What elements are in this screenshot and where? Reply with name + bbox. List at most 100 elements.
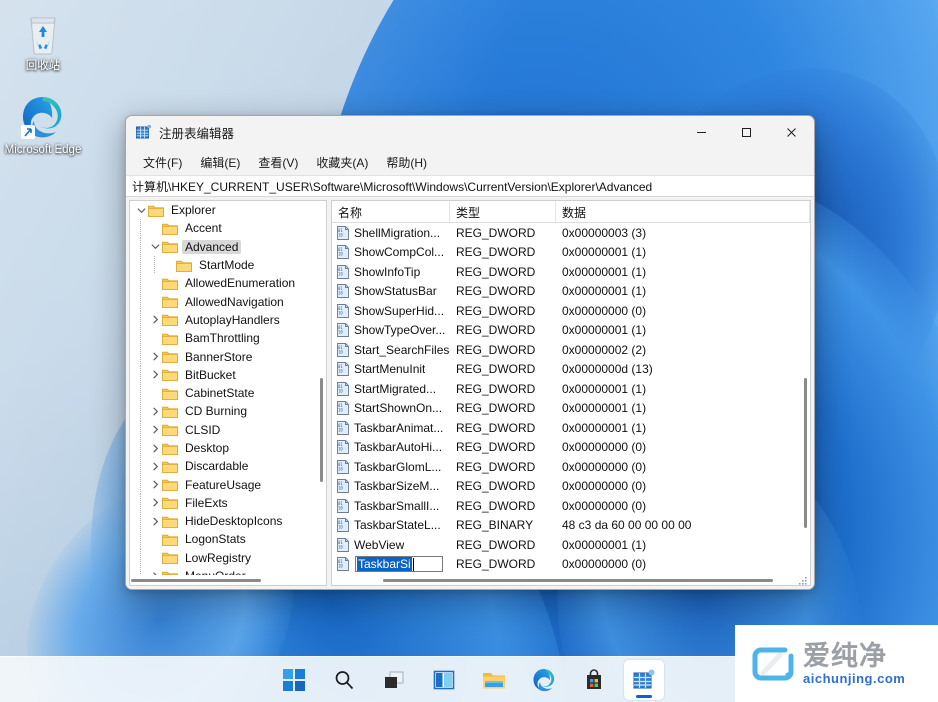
chevron-down-icon[interactable]: [148, 242, 162, 251]
value-row[interactable]: 0110TaskbarSizeM...REG_DWORD0x00000000 (…: [332, 477, 801, 497]
chevron-right-icon[interactable]: [148, 352, 162, 361]
tree-node[interactable]: Accent: [130, 219, 317, 237]
value-name-cell[interactable]: 0110TaskbarSizeM...: [332, 479, 450, 493]
rename-input[interactable]: TaskbarSi: [355, 556, 443, 572]
tree-node[interactable]: AllowedEnumeration: [130, 274, 317, 292]
tree-node[interactable]: StartMode: [130, 256, 317, 274]
value-row[interactable]: 0110TaskbarAnimat...REG_DWORD0x00000001 …: [332, 418, 801, 438]
maximize-button[interactable]: [724, 116, 769, 149]
value-name-cell[interactable]: 0110ShellMigration...: [332, 226, 450, 240]
menu-file[interactable]: 文件(F): [134, 151, 191, 174]
value-name-cell[interactable]: 0110StartShownOn...: [332, 401, 450, 415]
value-row[interactable]: 0110TaskbarSiREG_DWORD0x00000000 (0): [332, 555, 801, 575]
value-name-cell[interactable]: 0110TaskbarStateL...: [332, 518, 450, 532]
value-row[interactable]: 0110ShowStatusBarREG_DWORD0x00000001 (1): [332, 282, 801, 302]
registry-tree-pane[interactable]: ExplorerAccentAdvancedStartModeAllowedEn…: [129, 200, 327, 586]
tree-node[interactable]: BannerStore: [130, 347, 317, 365]
value-row[interactable]: 0110ShowInfoTipREG_DWORD0x00000001 (1): [332, 262, 801, 282]
tree-node[interactable]: FileExts: [130, 494, 317, 512]
tree-node[interactable]: Explorer: [130, 201, 317, 219]
value-row[interactable]: 0110StartShownOn...REG_DWORD0x00000001 (…: [332, 399, 801, 419]
value-name-cell[interactable]: 0110Start_SearchFiles: [332, 343, 450, 357]
value-row[interactable]: 0110Start_SearchFilesREG_DWORD0x00000002…: [332, 340, 801, 360]
column-header-type[interactable]: 类型: [450, 201, 556, 223]
values-horizontal-scrollbar[interactable]: [333, 576, 800, 584]
tree-node[interactable]: CD Burning: [130, 402, 317, 420]
value-name-cell[interactable]: 0110ShowSuperHid...: [332, 304, 450, 318]
chevron-right-icon[interactable]: [148, 370, 162, 379]
chevron-right-icon[interactable]: [148, 480, 162, 489]
value-name-cell[interactable]: 0110ShowCompCol...: [332, 245, 450, 259]
value-name-cell[interactable]: 0110ShowInfoTip: [332, 265, 450, 279]
tree-node[interactable]: Advanced: [130, 238, 317, 256]
value-row[interactable]: 0110StartMigrated...REG_DWORD0x00000001 …: [332, 379, 801, 399]
tree-node[interactable]: LowRegistry: [130, 549, 317, 567]
taskbar-item-search[interactable]: [324, 660, 364, 700]
close-button[interactable]: [769, 116, 814, 149]
value-row[interactable]: 0110ShowTypeOver...REG_DWORD0x00000001 (…: [332, 321, 801, 341]
column-header-data[interactable]: 数据: [556, 201, 810, 223]
tree-node[interactable]: LogonStats: [130, 530, 317, 548]
tree-node[interactable]: BitBucket: [130, 366, 317, 384]
tree-node[interactable]: CabinetState: [130, 384, 317, 402]
tree-node[interactable]: CLSID: [130, 421, 317, 439]
tree-node[interactable]: MenuOrder: [130, 567, 317, 575]
minimize-button[interactable]: [679, 116, 724, 149]
value-name-cell[interactable]: 0110TaskbarSmallI...: [332, 499, 450, 513]
registry-tree[interactable]: ExplorerAccentAdvancedStartModeAllowedEn…: [130, 201, 317, 575]
chevron-right-icon[interactable]: [148, 444, 162, 453]
menu-edit[interactable]: 编辑(E): [191, 151, 249, 174]
taskbar-item-microsoft-edge[interactable]: [524, 660, 564, 700]
tree-horizontal-scrollbar[interactable]: [131, 576, 316, 584]
value-row[interactable]: 0110ShowCompCol...REG_DWORD0x00000001 (1…: [332, 243, 801, 263]
value-row[interactable]: 0110ShellMigration...REG_DWORD0x00000003…: [332, 223, 801, 243]
menu-view[interactable]: 查看(V): [249, 151, 307, 174]
column-header-name[interactable]: 名称: [332, 201, 450, 223]
value-row[interactable]: 0110TaskbarSmallI...REG_DWORD0x00000000 …: [332, 496, 801, 516]
value-row[interactable]: 0110ShowSuperHid...REG_DWORD0x00000000 (…: [332, 301, 801, 321]
registry-editor-window[interactable]: 注册表编辑器 文件(F) 编辑(E) 查看(V) 收藏夹(A) 帮助(H) 计算…: [125, 115, 815, 590]
desktop-icon-recycle-bin[interactable]: 回收站: [4, 10, 82, 73]
taskbar-item-task-view[interactable]: [374, 660, 414, 700]
menu-favorites[interactable]: 收藏夹(A): [307, 151, 377, 174]
chevron-right-icon[interactable]: [148, 407, 162, 416]
chevron-down-icon[interactable]: [134, 206, 148, 215]
value-name-cell[interactable]: 0110TaskbarAutoHi...: [332, 440, 450, 454]
chevron-right-icon[interactable]: [148, 315, 162, 324]
taskbar-item-microsoft-store[interactable]: [574, 660, 614, 700]
value-name-cell[interactable]: 0110TaskbarGlomL...: [332, 460, 450, 474]
tree-node[interactable]: HideDesktopIcons: [130, 512, 317, 530]
chevron-right-icon[interactable]: [148, 517, 162, 526]
window-resize-grip[interactable]: [798, 573, 808, 583]
chevron-right-icon[interactable]: [148, 498, 162, 507]
taskbar-item-start[interactable]: [274, 660, 314, 700]
tree-node[interactable]: AllowedNavigation: [130, 292, 317, 310]
value-name-cell[interactable]: 0110TaskbarAnimat...: [332, 421, 450, 435]
taskbar-item-file-explorer[interactable]: [474, 660, 514, 700]
value-row[interactable]: 0110TaskbarStateL...REG_BINARY48 c3 da 6…: [332, 516, 801, 536]
value-name-cell[interactable]: 0110StartMigrated...: [332, 382, 450, 396]
value-row[interactable]: 0110TaskbarAutoHi...REG_DWORD0x00000000 …: [332, 438, 801, 458]
address-bar[interactable]: 计算机\HKEY_CURRENT_USER\Software\Microsoft…: [126, 175, 814, 197]
value-name-cell[interactable]: 0110TaskbarSi: [332, 556, 450, 572]
values-column-headers[interactable]: 名称 类型 数据: [332, 201, 810, 223]
value-row[interactable]: 0110TaskbarGlomL...REG_DWORD0x00000000 (…: [332, 457, 801, 477]
tree-node[interactable]: AutoplayHandlers: [130, 311, 317, 329]
value-row[interactable]: 0110StartMenuInitREG_DWORD0x0000000d (13…: [332, 360, 801, 380]
tree-node[interactable]: BamThrottling: [130, 329, 317, 347]
tree-vertical-scrollbar[interactable]: [317, 202, 325, 574]
desktop-icon-microsoft-edge[interactable]: Microsoft Edge: [4, 94, 82, 157]
menu-help[interactable]: 帮助(H): [377, 151, 436, 174]
value-name-cell[interactable]: 0110StartMenuInit: [332, 362, 450, 376]
tree-node[interactable]: FeatureUsage: [130, 475, 317, 493]
registry-values-pane[interactable]: 名称 类型 数据 0110ShellMigration...REG_DWORD0…: [331, 200, 811, 586]
value-row[interactable]: 0110WebViewREG_DWORD0x00000001 (1): [332, 535, 801, 555]
taskbar-item-widgets[interactable]: [424, 660, 464, 700]
tree-node[interactable]: Desktop: [130, 439, 317, 457]
value-name-cell[interactable]: 0110ShowStatusBar: [332, 284, 450, 298]
taskbar-item-registry-editor[interactable]: [624, 660, 664, 700]
tree-node[interactable]: Discardable: [130, 457, 317, 475]
window-titlebar[interactable]: 注册表编辑器: [126, 116, 814, 149]
value-name-cell[interactable]: 0110ShowTypeOver...: [332, 323, 450, 337]
value-name-cell[interactable]: 0110WebView: [332, 538, 450, 552]
